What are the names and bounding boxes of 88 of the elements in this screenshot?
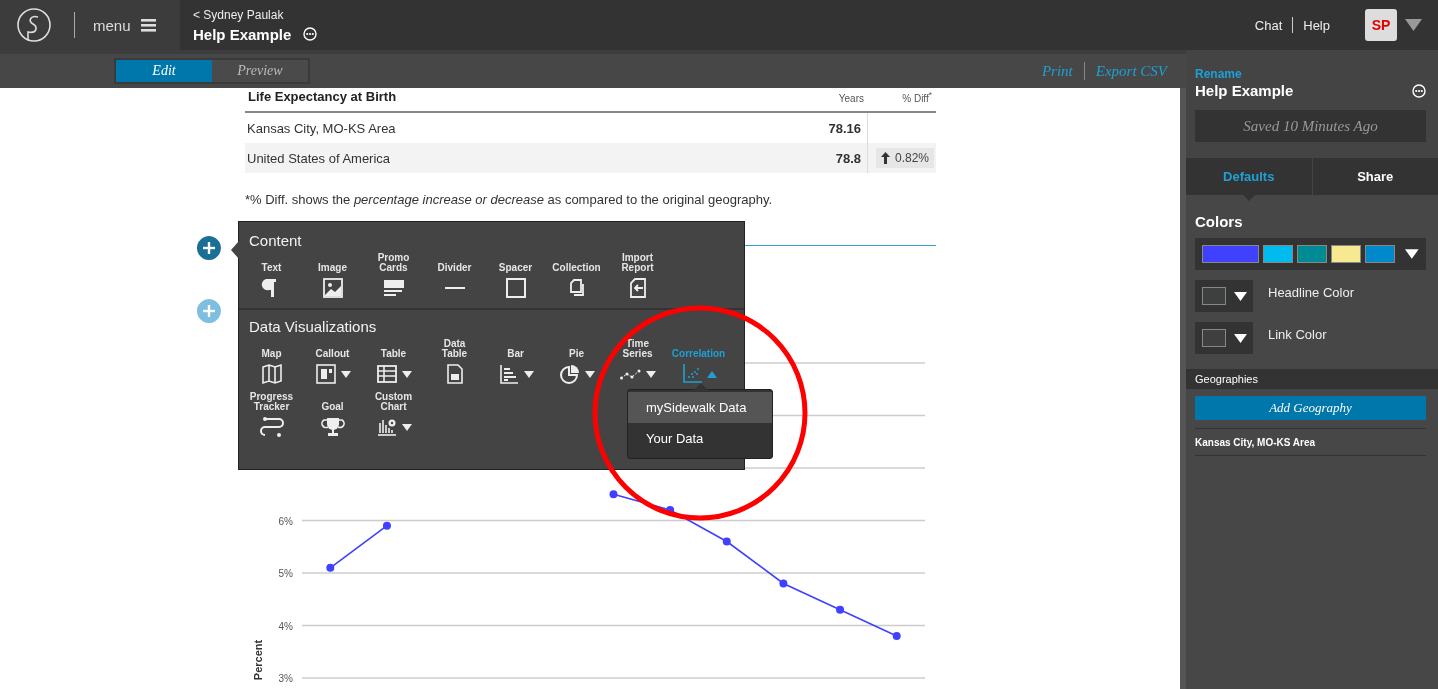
insert-option[interactable]: Text [241,253,302,300]
color-picker[interactable] [1195,280,1253,312]
data-point [326,563,335,572]
menu-item[interactable]: mySidewalk Data [628,392,772,423]
bar-chart-icon [497,362,521,386]
path-icon [259,415,284,439]
map-icon [259,362,284,386]
insert-option[interactable]: Progress Tracker [241,392,302,439]
page-title: Help Example [193,25,292,43]
menu-button[interactable]: menu [93,16,156,34]
more-icon[interactable] [303,27,318,41]
caret-icon[interactable] [402,370,412,378]
report-title: Help Example [1195,82,1294,99]
table-cell-text: Kansas City, MO-KS Area [246,120,397,136]
data-point [779,579,788,588]
insert-option[interactable]: Time Series [607,339,668,386]
axis-title: Percent [252,639,264,681]
data-point [836,605,845,614]
table-cell-text: United States of America [246,150,392,166]
section-title: Data Visualizations [248,318,378,335]
header-link[interactable]: Help [1303,17,1330,33]
insert-option[interactable]: Spacer [485,253,546,300]
caret-icon[interactable] [646,370,656,378]
table-icon [375,362,399,386]
setting-label: Headline Color [1268,284,1354,300]
axis-tick-label: 3% [278,673,293,684]
palette-picker[interactable] [1195,238,1426,270]
user-avatar[interactable]: SP [1365,9,1397,41]
insert-option[interactable]: Import Report [607,253,668,300]
sidebar-tab[interactable]: Defaults [1186,158,1312,195]
axis-tick-label: 5% [278,568,293,579]
section-heading: Geographies [1186,369,1438,389]
insert-option[interactable]: Collection [546,253,607,300]
more-icon[interactable] [1412,83,1426,98]
image-icon [320,276,345,300]
mode-tab[interactable]: Edit [116,60,212,82]
divider-icon [444,287,465,289]
insert-option[interactable]: Pie [546,339,607,386]
section-heading: Colors [1195,213,1244,230]
insert-option[interactable]: Custom Chart [363,392,424,439]
table-cell-text: 78.16 [827,120,862,136]
axis-tick-label: 4% [278,620,293,632]
caret-icon[interactable] [402,423,412,431]
insert-option[interactable]: Map [241,339,302,386]
scatter-chart-icon [680,362,704,386]
data-point [609,490,618,499]
insert-option[interactable]: Divider [424,253,485,300]
insert-option[interactable]: Data Table [424,339,485,386]
table-cell-text: 78.8 [834,150,862,166]
insert-option[interactable]: Table [363,339,424,386]
setting-label: Link Color [1268,326,1327,342]
column-header: Years [837,93,865,104]
caret-icon[interactable] [585,370,595,378]
square-icon [503,276,528,300]
footnote-text: *% Diff. shows the percentage increase or decrease as compared to the original geography. [245,192,774,207]
diff-badge: 0.82% [875,148,934,168]
axis-tick-label: 6% [278,515,293,527]
caret-icon[interactable] [1405,249,1419,259]
insert-option[interactable]: Bar [485,339,546,386]
back-link[interactable]: < Sydney Paulak [193,7,318,22]
color-picker[interactable] [1195,322,1253,354]
header-link[interactable]: Chat [1254,17,1283,33]
data-point [382,521,391,530]
insert-option[interactable]: Goal [302,392,363,439]
menu-icon[interactable] [140,18,156,32]
add-geography-button[interactable]: Add Geography [1195,396,1426,420]
caret-icon[interactable] [524,370,534,378]
caret-icon[interactable] [1233,291,1247,301]
table-title: Life Expectancy at Birth [247,89,398,104]
add-block-button[interactable] [196,235,222,261]
pie-chart-icon [558,362,582,386]
save-status: Saved 10 Minutes Ago [1195,110,1426,142]
geography-item[interactable]: Kansas City, MO-KS Area [1195,429,1426,456]
caret-icon[interactable] [341,370,351,378]
section-title: Content [248,232,303,249]
insert-option[interactable]: Callout [302,339,363,386]
insert-option[interactable]: Promo Cards [363,253,424,300]
data-point [666,506,675,514]
caret-icon[interactable] [1233,333,1247,343]
menu-item[interactable]: Your Data [628,423,772,454]
data-point [892,632,901,640]
callout-icon [314,362,338,386]
column-header: % Diff$^{*}$ [901,89,933,104]
trophy-icon [320,415,345,439]
logo-icon[interactable] [16,7,52,43]
sidebar-tab[interactable]: Share [1311,158,1438,195]
insert-option[interactable]: Image [302,253,363,300]
data-point [722,537,731,546]
